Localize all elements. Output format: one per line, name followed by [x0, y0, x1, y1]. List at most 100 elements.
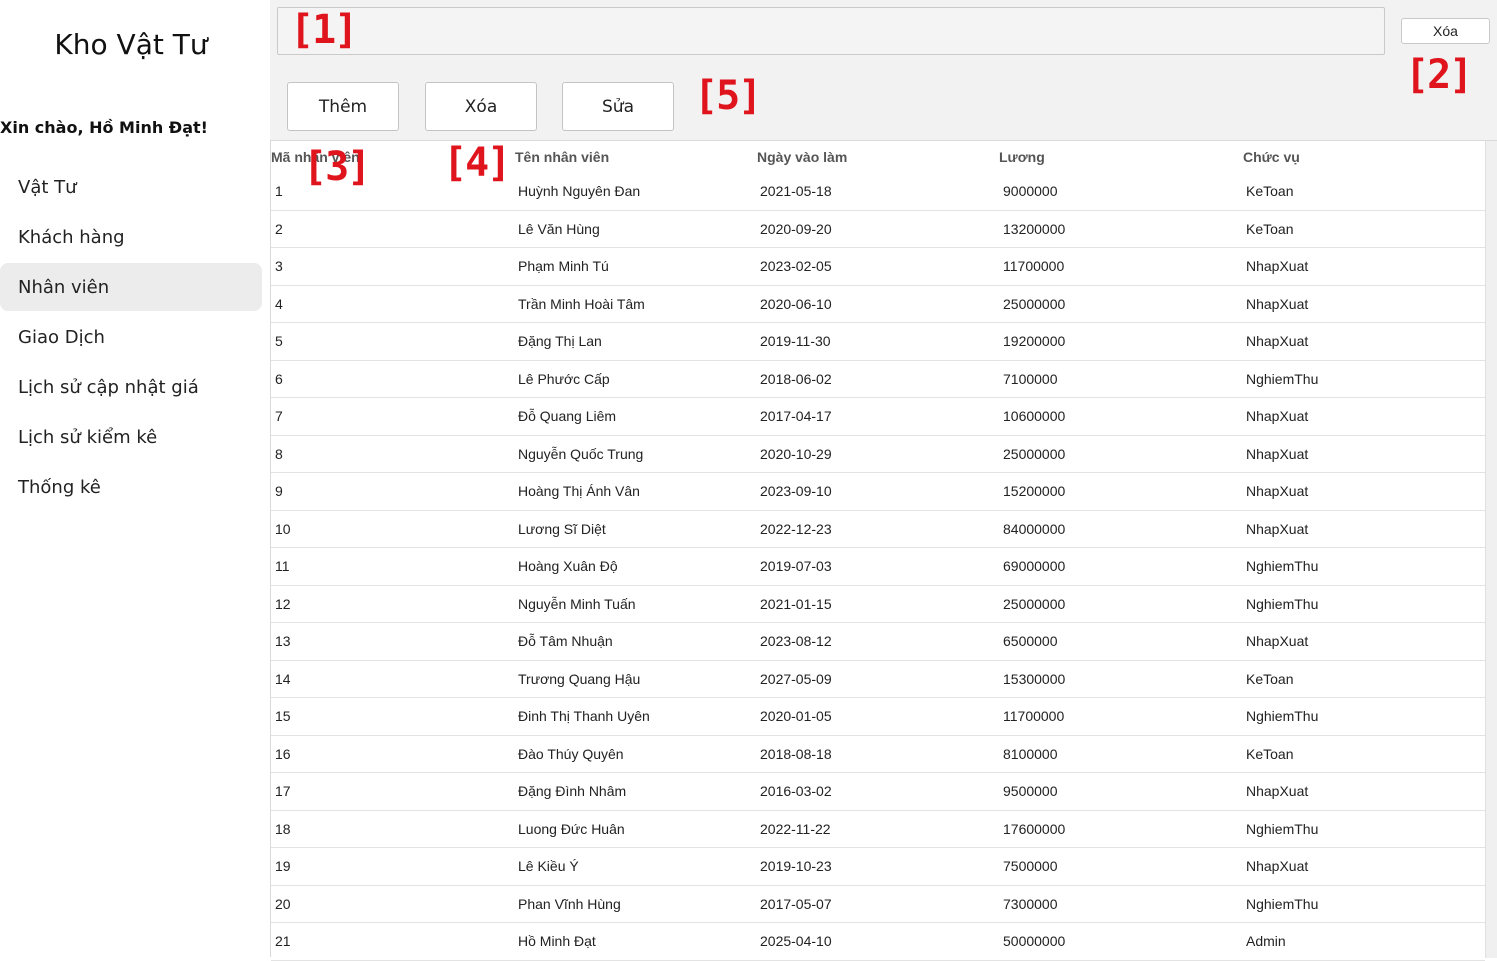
cell-employee-name: Đỗ Quang Liêm: [518, 408, 617, 424]
cell-start-date: 2020-10-29: [760, 445, 832, 462]
cell-employee-id: 9: [275, 483, 283, 499]
cell-position: Admin: [1246, 933, 1286, 949]
cell-start-date: 2018-08-18: [760, 745, 832, 762]
sidebar-item-label: Khách hàng: [18, 226, 125, 248]
table-row[interactable]: 14 Trương Quang Hậu 2027-05-09 15300000 KeTo…: [271, 661, 1485, 698]
app-title: Kho Vật Tư: [54, 28, 208, 61]
cell-employee-name: Lương Sĩ Diệt: [518, 520, 606, 537]
cell-employee-id: 4: [275, 295, 283, 312]
cell-employee-name: Đinh Thị Thanh Uyên: [518, 708, 650, 724]
cell-position: NghiemThu: [1246, 595, 1319, 612]
table-row[interactable]: 12 Nguyễn Minh Tuấn 2021-01-15 25000000 Nghi…: [271, 586, 1485, 623]
cell-employee-name: Lê Kiều Ý: [518, 858, 579, 874]
cell-employee-name: Nguyễn Quốc Trung: [518, 445, 644, 462]
cell-start-date: 2019-11-30: [760, 333, 831, 349]
cell-start-date: 2018-06-02: [760, 370, 832, 387]
table-row[interactable]: 15 Đinh Thị Thanh Uyên 2020-01-05 11700000 N…: [271, 698, 1485, 736]
table-row[interactable]: 4 Trần Minh Hoài Tâm 2020-06-10 25000000 Nha…: [271, 286, 1485, 323]
cell-position: NghiemThu: [1246, 820, 1319, 837]
cell-employee-id: 10: [275, 520, 291, 537]
cell-start-date: 2025-04-10: [760, 933, 832, 949]
column-header-position[interactable]: Chức vụ: [1243, 149, 1300, 165]
cell-employee-id: 6: [275, 370, 283, 387]
cell-salary: 7500000: [1003, 858, 1058, 874]
cell-start-date: 2019-07-03: [760, 558, 832, 574]
cell-position: KeToan: [1246, 183, 1294, 199]
column-header-name[interactable]: Tên nhân viên: [515, 149, 609, 165]
sidebar-item-label: Lịch sử cập nhật giá: [18, 376, 199, 398]
cell-employee-name: Trần Minh Hoài Tâm: [518, 295, 645, 312]
cell-position: NghiemThu: [1246, 708, 1319, 724]
table-row[interactable]: 1 Huỳnh Nguyên Đan 2021-05-18 9000000 KeToan: [271, 173, 1485, 211]
cell-employee-name: Luong Đức Huân: [518, 820, 625, 837]
cell-salary: 11700000: [1003, 258, 1065, 274]
cell-start-date: 2023-08-12: [760, 633, 832, 649]
cell-position: NhapXuat: [1246, 295, 1309, 312]
cell-employee-name: Lê Phước Cấp: [518, 370, 610, 387]
cell-salary: 10600000: [1003, 408, 1066, 424]
table-row[interactable]: 19 Lê Kiều Ý 2019-10-23 7500000 NhapXuat: [271, 848, 1485, 886]
sidebar-item-5[interactable]: Lịch sử kiểm kê: [0, 413, 262, 461]
table-header: Mã nhân viên Tên nhân viên Ngày vào làm …: [271, 141, 1485, 173]
cell-position: NhapXuat: [1246, 258, 1309, 274]
sidebar: Kho Vật Tư Xin chào, Hồ Minh Đạt! Vật Tư…: [0, 0, 270, 957]
sidebar-item-3[interactable]: Giao Dịch: [0, 313, 262, 361]
cell-start-date: 2020-01-05: [760, 708, 832, 724]
cell-position: NhapXuat: [1246, 333, 1309, 349]
cell-employee-id: 17: [275, 783, 291, 799]
cell-salary: 17600000: [1003, 820, 1066, 837]
sidebar-item-0[interactable]: Vật Tư: [0, 163, 262, 211]
table-row[interactable]: 9 Hoàng Thị Ánh Vân 2023-09-10 15200000 Nhap…: [271, 473, 1485, 511]
column-header-start-date[interactable]: Ngày vào làm: [757, 149, 847, 165]
cell-employee-id: 11: [275, 558, 290, 574]
cell-salary: 25000000: [1003, 295, 1066, 312]
sidebar-item-label: Giao Dịch: [18, 326, 105, 348]
sidebar-item-1[interactable]: Khách hàng: [0, 213, 262, 261]
table-row[interactable]: 8 Nguyễn Quốc Trung 2020-10-29 25000000 Nhap…: [271, 436, 1485, 473]
cell-position: NhapXuat: [1246, 633, 1309, 649]
clear-search-button[interactable]: Xóa: [1401, 18, 1490, 44]
sidebar-item-label: Lịch sử kiểm kê: [18, 426, 158, 448]
sidebar-item-6[interactable]: Thống kê: [0, 463, 262, 511]
delete-button[interactable]: Xóa: [425, 82, 537, 131]
edit-button[interactable]: Sửa: [562, 82, 674, 131]
cell-employee-id: 15: [275, 708, 291, 724]
table-row[interactable]: 21 Hồ Minh Đạt 2025-04-10 50000000 Admin: [271, 923, 1485, 961]
sidebar-item-4[interactable]: Lịch sử cập nhật giá: [0, 363, 262, 411]
table-row[interactable]: 3 Phạm Minh Tú 2023-02-05 11700000 NhapXuat: [271, 248, 1485, 286]
sidebar-item-2[interactable]: Nhân viên: [0, 263, 262, 311]
table-row[interactable]: 13 Đỗ Tâm Nhuận 2023-08-12 6500000 NhapXuat: [271, 623, 1485, 661]
table-row[interactable]: 10 Lương Sĩ Diệt 2022-12-23 84000000 NhapXua…: [271, 511, 1485, 548]
cell-employee-id: 8: [275, 445, 283, 462]
table-row[interactable]: 18 Luong Đức Huân 2022-11-22 17600000 Nghiem…: [271, 811, 1485, 848]
table-row[interactable]: 16 Đào Thúy Quyên 2018-08-18 8100000 KeToan: [271, 736, 1485, 773]
cell-start-date: 2023-02-05: [760, 258, 832, 274]
table-row[interactable]: 17 Đặng Đình Nhâm 2016-03-02 9500000 NhapXua…: [271, 773, 1485, 811]
column-header-salary[interactable]: Lương: [999, 149, 1045, 165]
cell-position: NghiemThu: [1246, 370, 1319, 387]
table-row[interactable]: 6 Lê Phước Cấp 2018-06-02 7100000 NghiemThu: [271, 361, 1485, 398]
cell-salary: 8100000: [1003, 745, 1058, 762]
employee-table: Mã nhân viên Tên nhân viên Ngày vào làm …: [270, 140, 1497, 961]
column-header-id[interactable]: Mã nhân viên: [271, 149, 360, 165]
table-scrollbar[interactable]: [1485, 141, 1497, 958]
cell-start-date: 2022-12-23: [760, 520, 832, 537]
cell-position: NhapXuat: [1246, 783, 1309, 799]
cell-employee-id: 1: [275, 183, 283, 199]
table-row[interactable]: 20 Phan Vĩnh Hùng 2017-05-07 7300000 NghiemT…: [271, 886, 1485, 923]
sidebar-item-label: Nhân viên: [18, 276, 110, 298]
cell-employee-name: Lê Văn Hùng: [518, 220, 600, 237]
table-row[interactable]: 5 Đặng Thị Lan 2019-11-30 19200000 NhapXuat: [271, 323, 1485, 361]
table-row[interactable]: 2 Lê Văn Hùng 2020-09-20 13200000 KeToan: [271, 211, 1485, 248]
sidebar-item-label: Vật Tư: [18, 176, 77, 198]
cell-start-date: 2021-01-15: [760, 595, 832, 612]
cell-salary: 25000000: [1003, 595, 1066, 612]
table-row[interactable]: 11 Hoàng Xuân Độ 2019-07-03 69000000 NghiemT…: [271, 548, 1485, 586]
cell-employee-id: 18: [275, 820, 291, 837]
table-row[interactable]: 7 Đỗ Quang Liêm 2017-04-17 10600000 NhapXuat: [271, 398, 1485, 436]
add-button[interactable]: Thêm: [287, 82, 399, 131]
cell-employee-name: Trương Quang Hậu: [518, 670, 641, 687]
search-input[interactable]: [277, 7, 1385, 55]
cell-start-date: 2021-05-18: [760, 183, 832, 199]
cell-position: NghiemThu: [1246, 558, 1319, 574]
